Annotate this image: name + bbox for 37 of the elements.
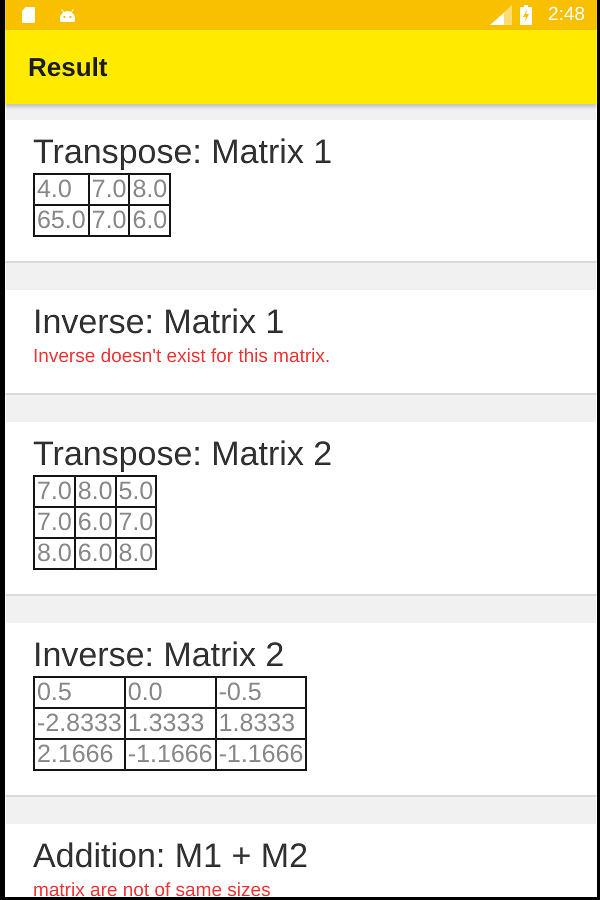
matrix-cell: 8.0 [116, 538, 156, 569]
section-title: Inverse: Matrix 2 [33, 636, 286, 674]
matrix-cell: 1.3333 [124, 708, 216, 740]
battery-charging-icon [520, 5, 532, 25]
app-bar-title: Result [28, 50, 108, 84]
matrix-cell: 2.1666 [34, 739, 125, 770]
matrix-cell: 6.0 [74, 538, 116, 569]
matrix-cell: 6.0 [129, 205, 170, 236]
matrix-cell: 8.0 [34, 538, 75, 569]
error-message: Inverse doesn't exist for this matrix. [33, 346, 332, 369]
matrix-cell: 7.0 [88, 174, 130, 206]
matrix-cell: 8.0 [74, 476, 116, 507]
matrix-cell: 5.0 [116, 476, 156, 507]
android-icon [59, 8, 76, 22]
matrix-cell: 7.0 [116, 506, 156, 538]
matrix-cell: 7.0 [88, 205, 130, 236]
matrix-cell: 6.0 [74, 506, 116, 538]
matrix-cell: -1.1666 [124, 739, 216, 770]
signal-icon [490, 5, 512, 25]
section-title: Inverse: Matrix 1 [33, 304, 286, 342]
matrix-cell: -2.8333 [34, 708, 125, 740]
matrix-cell: 8.0 [129, 174, 170, 206]
matrix-cell: -0.5 [216, 677, 306, 708]
error-message: matrix are not of same sizes [33, 880, 272, 897]
matrix-cell: 7.0 [34, 476, 75, 507]
section-title: Transpose: Matrix 2 [33, 436, 334, 473]
matrix-cell: 7.0 [34, 506, 75, 538]
matrix-cell: 4.0 [34, 174, 89, 206]
sd-card-icon [22, 7, 35, 23]
matrix-cell: 1.8333 [216, 708, 306, 740]
matrix-cell: 0.0 [124, 677, 216, 708]
matrix-cell: -1.1666 [216, 739, 306, 770]
section-title: Addition: M1 + M2 [33, 838, 309, 876]
matrix-cell: 65.0 [34, 205, 89, 236]
section-title: Transpose: Matrix 1 [33, 134, 334, 172]
matrix-cell: 0.5 [34, 677, 125, 708]
status-time: 2:48 [548, 2, 585, 27]
